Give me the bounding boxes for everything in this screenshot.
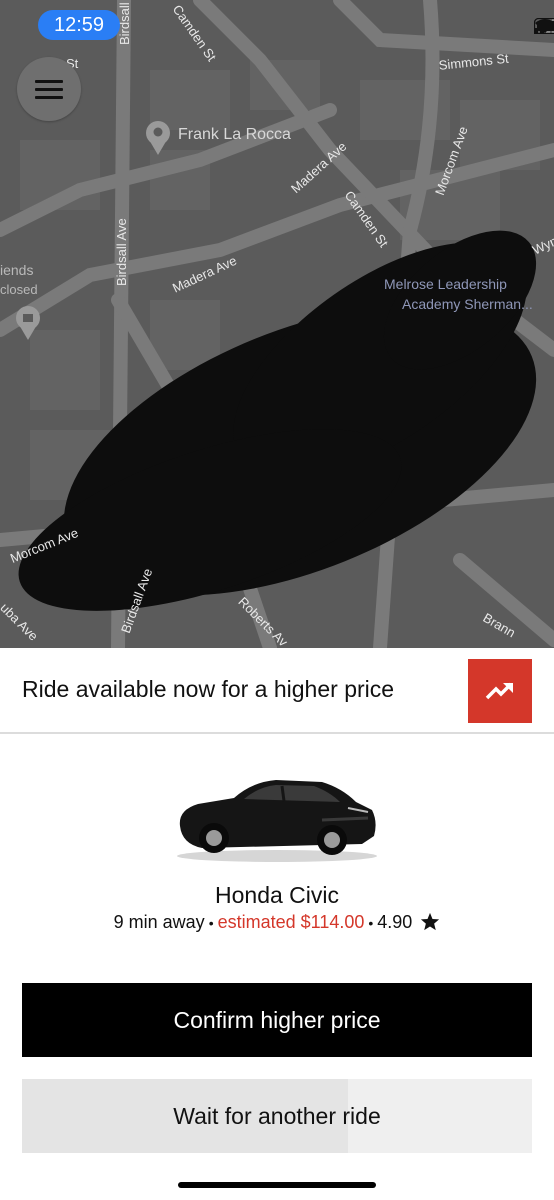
star-icon bbox=[421, 912, 440, 931]
trending-up-icon bbox=[485, 682, 513, 700]
home-indicator[interactable] bbox=[178, 1182, 376, 1188]
surge-banner: Ride available now for a higher price bbox=[0, 648, 554, 734]
wait-for-another-ride-button[interactable]: Wait for another ride bbox=[22, 1079, 532, 1153]
poi-label[interactable]: iends bbox=[0, 262, 33, 278]
poi-label[interactable]: Frank La Rocca bbox=[178, 126, 291, 144]
map-view[interactable]: St Birdsall Camden St Simmons St Madera … bbox=[0, 0, 554, 648]
battery-icon bbox=[534, 18, 554, 34]
surge-message: Ride available now for a higher price bbox=[22, 676, 395, 702]
wait-button-label: Wait for another ride bbox=[173, 1102, 381, 1129]
eta-text: 9 min away bbox=[113, 912, 205, 932]
hamburger-icon bbox=[35, 75, 63, 104]
poi-pin-icon bbox=[146, 121, 170, 155]
map-roads bbox=[0, 0, 554, 648]
poi-label[interactable]: Academy Sherman... bbox=[402, 296, 533, 312]
car-name: Honda Civic bbox=[215, 882, 339, 908]
price-estimate: estimated $114.00 bbox=[217, 912, 365, 932]
street-label: Birdsall Ave bbox=[114, 218, 129, 286]
poi-label[interactable]: Melrose Leadership bbox=[384, 276, 507, 292]
status-time[interactable]: 12:59 bbox=[38, 10, 120, 40]
ride-details: 9 min away • estimated $114.00 • 4.90 bbox=[0, 912, 554, 933]
poi-status: closed bbox=[0, 282, 38, 297]
car-image bbox=[177, 780, 377, 862]
driver-rating: 4.90 bbox=[377, 912, 413, 932]
menu-button[interactable] bbox=[17, 57, 81, 121]
confirm-button-label: Confirm higher price bbox=[173, 1006, 381, 1033]
surge-info-button[interactable] bbox=[468, 659, 532, 723]
confirm-higher-price-button[interactable]: Confirm higher price bbox=[22, 983, 532, 1057]
